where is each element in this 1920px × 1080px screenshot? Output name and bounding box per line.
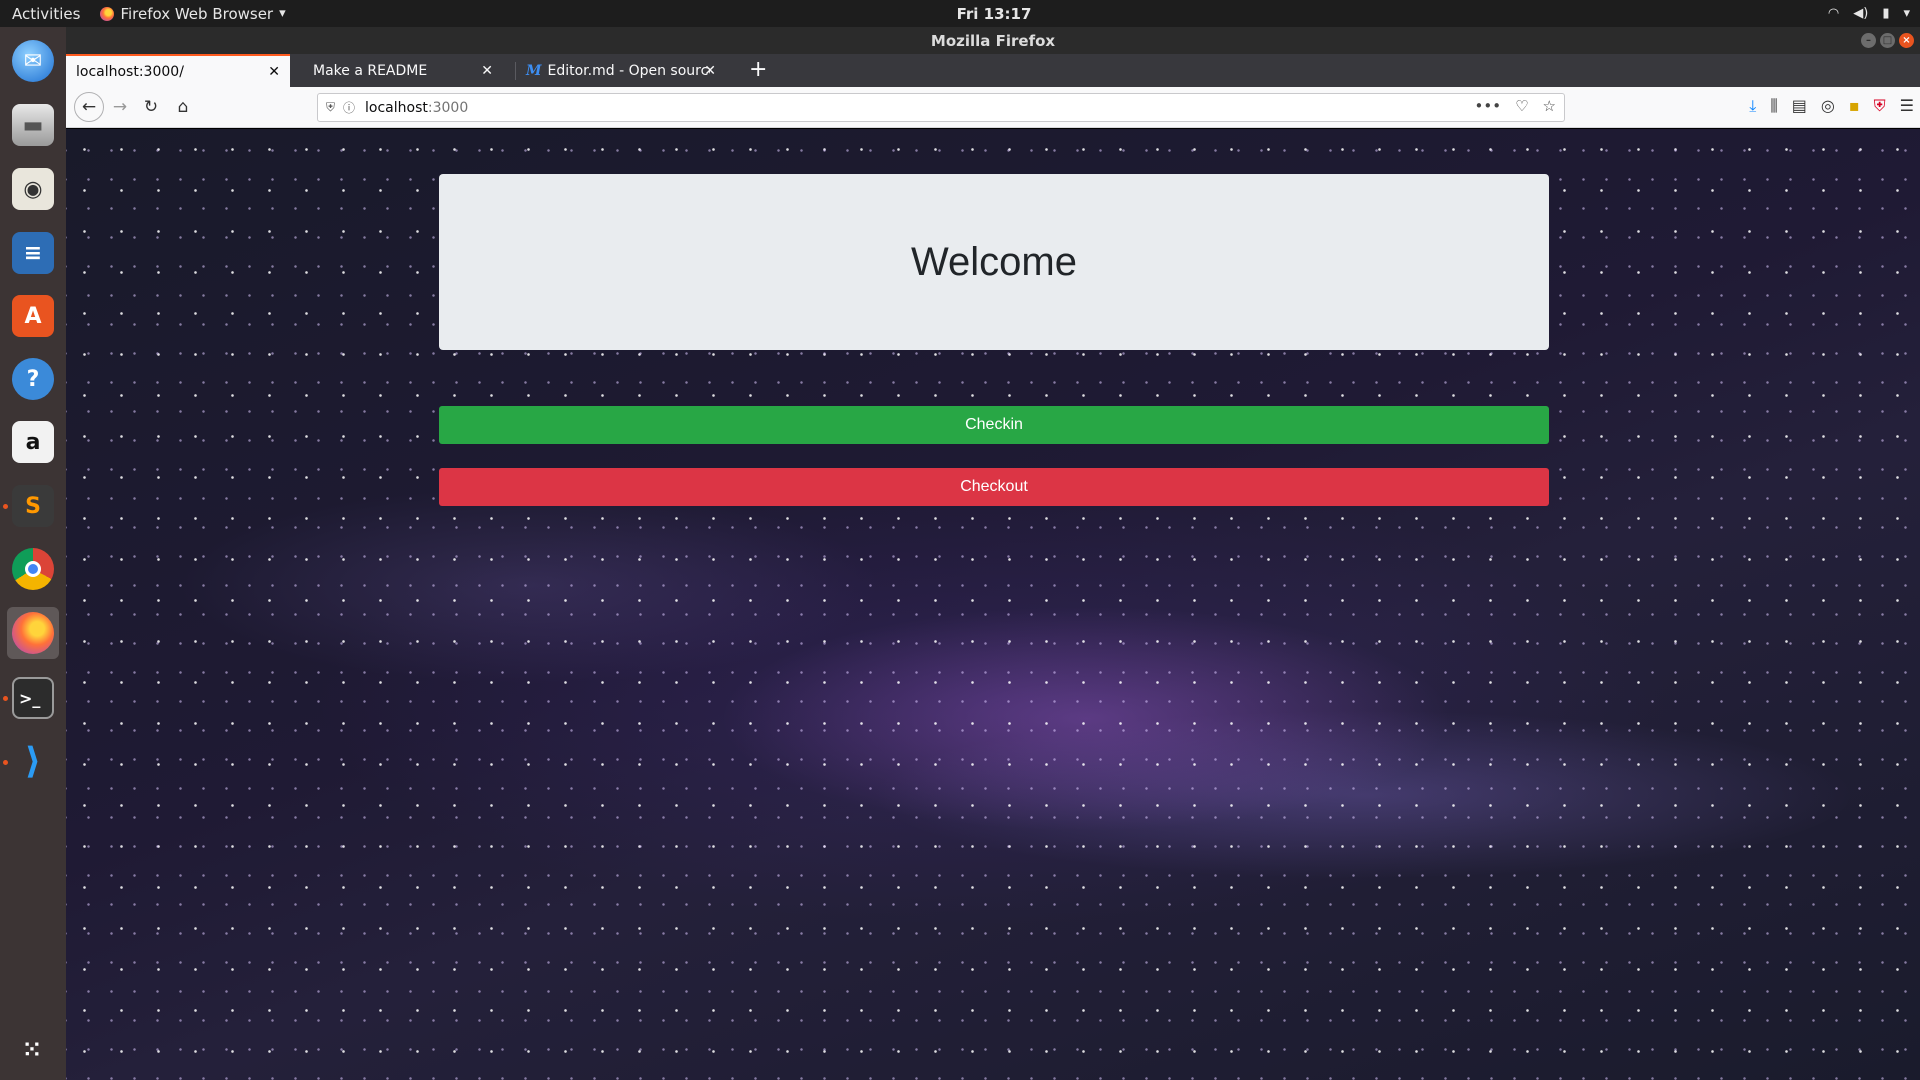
amazon-icon: a [12, 421, 54, 463]
battery-icon: ▮ [1882, 6, 1890, 21]
sublime-text-icon: S [12, 485, 54, 527]
sidebar-icon[interactable]: ▤ [1792, 96, 1807, 116]
system-tray[interactable]: ◠ ◀) ▮ ▾ [1828, 0, 1910, 27]
help-icon: ? [12, 358, 54, 400]
close-icon[interactable]: ✕ [481, 63, 493, 79]
maximize-button[interactable]: □ [1880, 33, 1895, 48]
activities-button[interactable]: Activities [12, 5, 80, 23]
reload-button[interactable]: ↻ [139, 95, 163, 119]
url-actions: ••• ♡ ☆ [1475, 97, 1556, 115]
dock-show-apps[interactable]: ⁙ [7, 1024, 59, 1076]
info-icon[interactable]: ⓘ [343, 99, 355, 116]
dock-rhythmbox[interactable]: ◉ [7, 163, 59, 215]
window-title-bar[interactable]: Mozilla Firefox – □ × [66, 27, 1920, 54]
more-actions-icon[interactable]: ••• [1475, 97, 1502, 115]
back-button[interactable]: ← [74, 92, 104, 122]
account-icon[interactable]: ◎ [1821, 96, 1835, 116]
firefox-icon [12, 612, 54, 654]
url-bar[interactable]: ⛨ ⓘ localhost:3000 ••• ♡ ☆ [317, 93, 1565, 122]
window-controls: – □ × [1861, 33, 1914, 48]
bookmark-star-icon[interactable]: ☆ [1543, 97, 1556, 115]
system-top-bar: Activities Firefox Web Browser ▾ Fri 13:… [0, 0, 1920, 27]
page-title: Welcome [911, 239, 1077, 284]
wifi-icon: ◠ [1827, 6, 1840, 21]
terminal-icon: >_ [12, 677, 54, 719]
page-viewport: Welcome Checkin Checkout [66, 129, 1920, 1080]
app-menu-label: Firefox Web Browser [120, 4, 274, 23]
pocket-icon[interactable]: ♡ [1515, 97, 1528, 115]
tab-label: Editor.md - Open source [547, 62, 710, 79]
new-tab-button[interactable]: + [749, 58, 767, 82]
dock-sublime[interactable]: S [7, 480, 59, 532]
files-icon: ▬ [12, 104, 54, 146]
tab-localhost[interactable]: localhost:3000/ ✕ [66, 54, 290, 87]
dock-help[interactable]: ? [7, 353, 59, 405]
rhythmbox-icon: ◉ [12, 168, 54, 210]
downloads-icon[interactable]: ⤓ [1749, 96, 1756, 116]
nav-bar: ← → ↻ ⌂ ⛨ ⓘ localhost:3000 ••• ♡ ☆ ⤓ ⫼ ▤… [66, 87, 1920, 128]
thunderbird-icon: ✉ [12, 40, 54, 82]
tab-editor-md[interactable]: M Editor.md - Open source ✕ [516, 54, 726, 87]
tab-label: Make a README [313, 62, 428, 79]
dock-terminal[interactable]: >_ [7, 672, 59, 724]
shield-icon[interactable]: ⛨ [326, 100, 335, 115]
library-icon[interactable]: ⫼ [1770, 96, 1777, 116]
tab-strip: localhost:3000/ ✕ Make a README ✕ M Edit… [66, 54, 1920, 87]
dock-chrome[interactable] [7, 543, 59, 595]
url-port: :3000 [427, 99, 469, 116]
extension-icon[interactable]: ▪ [1849, 96, 1860, 116]
dock-firefox[interactable] [7, 607, 59, 659]
show-apps-icon: ⁙ [22, 1037, 44, 1063]
checkout-button[interactable]: Checkout [439, 468, 1549, 506]
ubuntu-software-icon: A [12, 295, 54, 337]
chevron-down-icon: ▾ [1903, 6, 1910, 21]
editor-md-icon: M [526, 62, 542, 79]
forward-button[interactable]: → [108, 95, 132, 119]
minimize-button[interactable]: – [1861, 33, 1876, 48]
app-menu[interactable]: Firefox Web Browser ▾ [100, 4, 286, 23]
close-button[interactable]: × [1899, 33, 1914, 48]
firefox-icon [100, 6, 115, 21]
tab-label: localhost:3000/ [76, 63, 184, 80]
welcome-jumbotron: Welcome [439, 174, 1549, 350]
toolbar-right: ⤓ ⫼ ▤ ◎ ▪ ⛨ ☰ [1749, 96, 1914, 116]
dock: ✉ ▬ ◉ ≡ A ? a S >_ ⟩ ⁙ [0, 27, 66, 1080]
window-title: Mozilla Firefox [930, 32, 1056, 50]
close-icon[interactable]: ✕ [268, 64, 280, 80]
close-icon[interactable]: ✕ [704, 63, 716, 79]
volume-icon: ◀) [1853, 6, 1869, 21]
dock-amazon[interactable]: a [7, 416, 59, 468]
home-button[interactable]: ⌂ [171, 95, 195, 119]
dock-thunderbird[interactable]: ✉ [7, 35, 59, 87]
dock-software[interactable]: A [7, 290, 59, 342]
url-host: localhost [365, 99, 428, 116]
checkin-button[interactable]: Checkin [439, 406, 1549, 444]
dock-vscode[interactable]: ⟩ [7, 735, 59, 787]
dock-writer[interactable]: ≡ [7, 227, 59, 279]
chrome-icon [12, 548, 54, 590]
dock-files[interactable]: ▬ [7, 99, 59, 151]
tab-make-readme[interactable]: Make a README ✕ [303, 54, 503, 87]
vscode-icon: ⟩ [24, 740, 42, 782]
chevron-down-icon: ▾ [279, 6, 286, 21]
clock[interactable]: Fri 13:17 [0, 5, 1920, 23]
libreoffice-writer-icon: ≡ [12, 232, 54, 274]
menu-icon[interactable]: ☰ [1900, 96, 1914, 116]
shield-extension-icon[interactable]: ⛨ [1874, 96, 1886, 116]
